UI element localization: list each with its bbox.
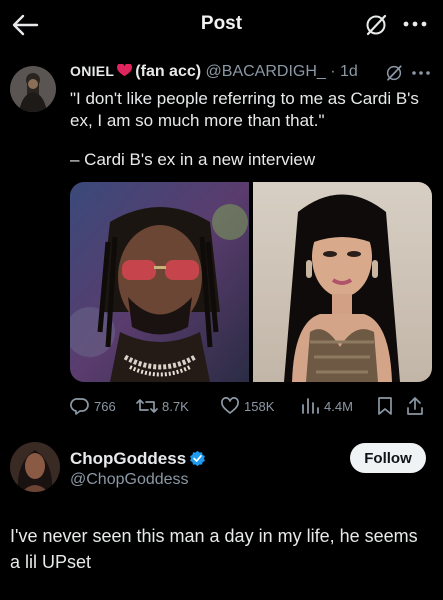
follow-button[interactable]: Follow	[350, 443, 426, 473]
post-attribution: – Cardi B's ex in a new interview	[70, 150, 316, 169]
repost-button[interactable]: 8.7K	[136, 395, 189, 417]
avatar[interactable]	[10, 66, 56, 112]
more-icon[interactable]	[400, 12, 430, 36]
views-button[interactable]: 4.4M	[300, 395, 353, 417]
reply-text: I've never seen this man a day in my lif…	[10, 526, 418, 572]
action-bar: 766 8.7K 158K 4.4M	[70, 395, 435, 417]
reply-button[interactable]: 766	[70, 395, 116, 417]
grok-icon[interactable]	[364, 13, 388, 37]
author-handle[interactable]: @BACARDIGH_	[206, 63, 326, 80]
author-suffix: (fan acc)	[135, 63, 202, 80]
reply-author-name[interactable]: ChopGoddess	[70, 449, 186, 468]
grok-icon[interactable]	[385, 64, 403, 82]
post-text: "I don't like people referring to me as …	[70, 89, 419, 130]
reply-author-row: ChopGoddess	[70, 449, 206, 469]
bookmark-button[interactable]	[376, 395, 398, 417]
share-icon	[407, 397, 423, 415]
post-media[interactable]	[70, 182, 432, 382]
kiss-icon	[117, 64, 133, 77]
author-name[interactable]: ONIEL	[70, 63, 114, 79]
reply-count: 766	[94, 398, 116, 414]
repost-count: 8.7K	[162, 398, 189, 414]
like-icon	[221, 397, 239, 414]
separator: ·	[325, 63, 341, 80]
view-count: 4.4M	[324, 398, 353, 414]
reply-author-handle[interactable]: @ChopGoddess	[70, 471, 189, 489]
photo-left[interactable]	[70, 182, 249, 382]
post-time[interactable]: 1d	[340, 63, 358, 80]
like-button[interactable]: 158K	[220, 395, 274, 417]
views-icon	[302, 398, 319, 414]
bookmark-icon	[378, 397, 392, 415]
avatar[interactable]	[10, 442, 60, 492]
repost-icon	[136, 399, 158, 413]
top-bar: Post	[0, 0, 443, 50]
verified-icon	[190, 450, 206, 467]
reply-icon	[70, 398, 89, 415]
like-count: 158K	[244, 398, 275, 414]
share-button[interactable]	[406, 395, 428, 417]
more-icon[interactable]	[410, 64, 432, 82]
post-meta: ONIEL (fan acc) @BACARDIGH_ · 1d	[70, 63, 430, 83]
photo-right[interactable]	[253, 182, 432, 382]
